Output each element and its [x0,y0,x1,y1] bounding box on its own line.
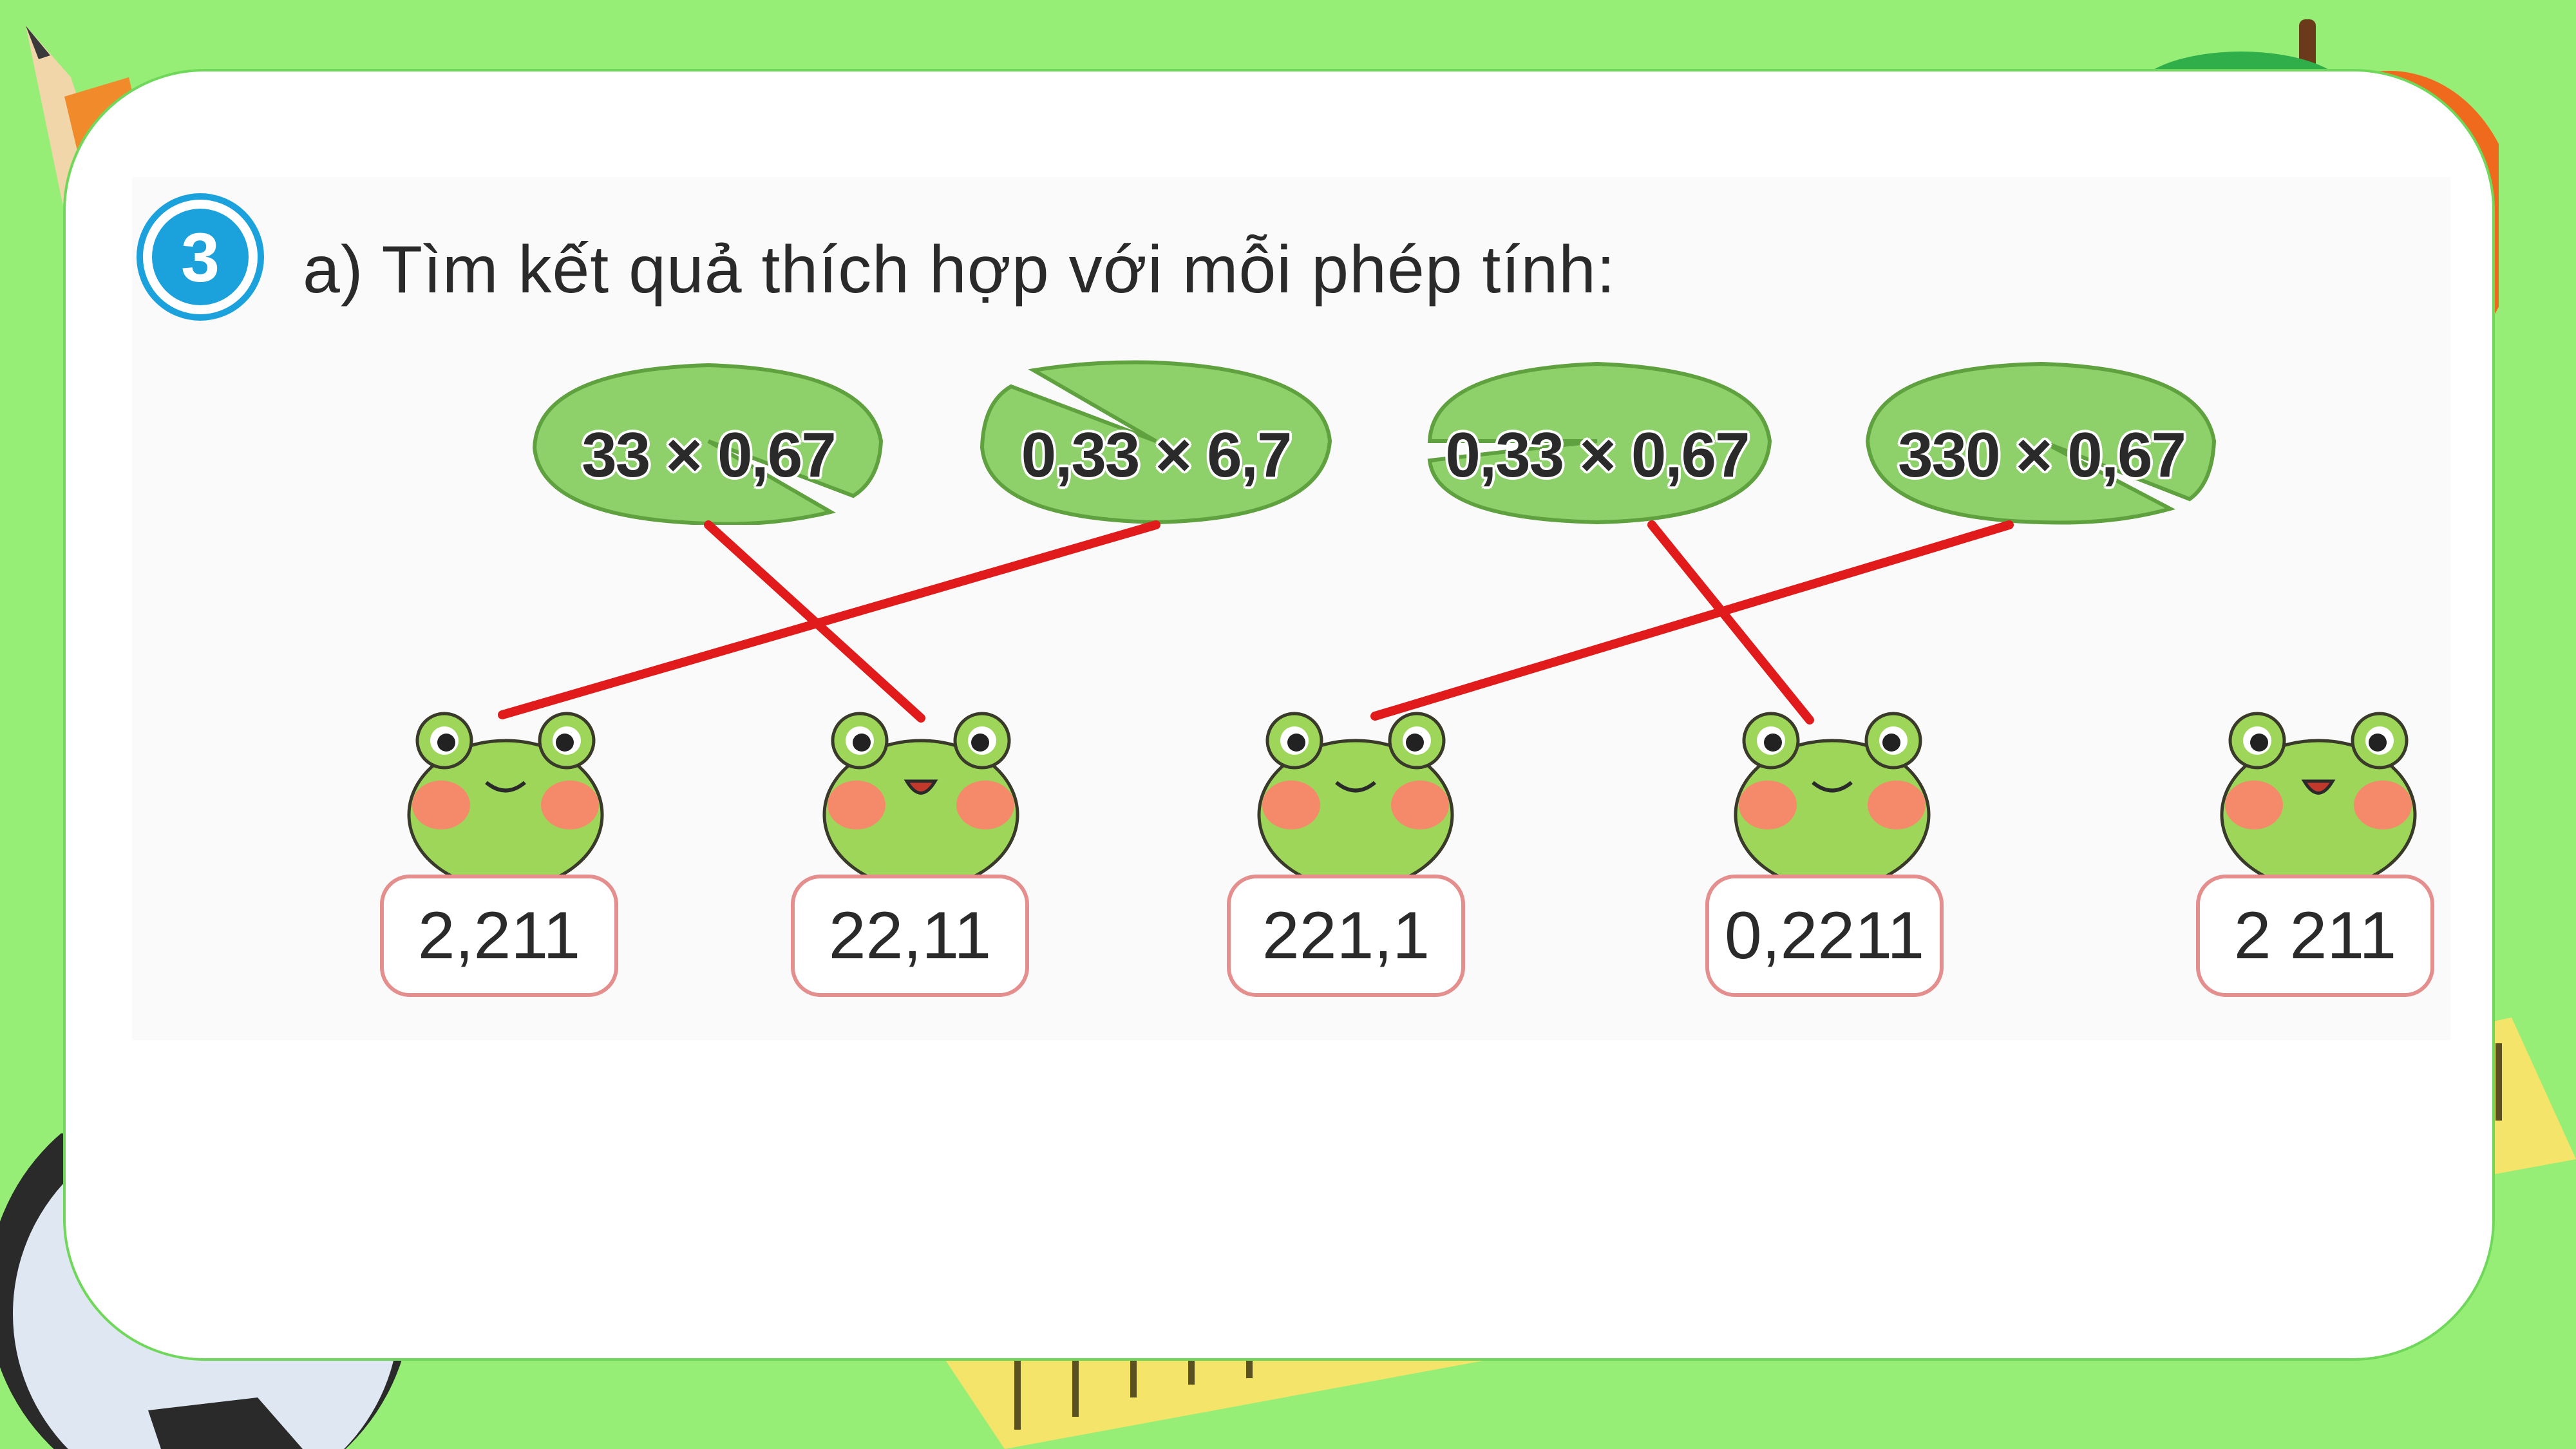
matching-lines [498,520,2014,724]
match-line-expression-2 [498,520,1160,719]
match-line-expression-4 [1370,520,2014,721]
